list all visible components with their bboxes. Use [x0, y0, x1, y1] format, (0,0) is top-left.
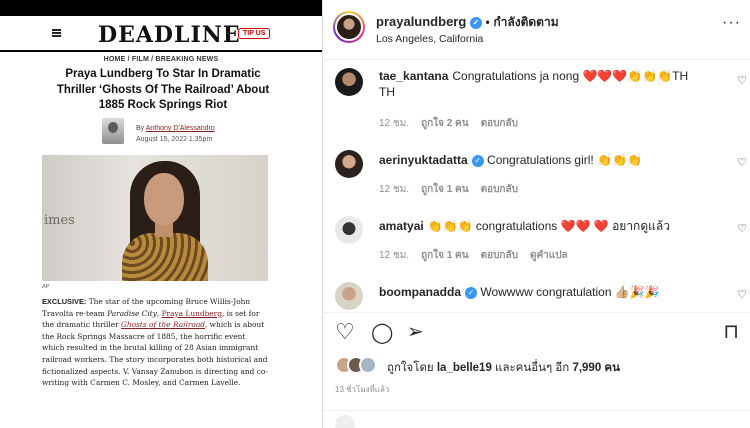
comment-heart-icon[interactable]: ♡ [737, 156, 747, 169]
photo-credit: AP [42, 284, 50, 290]
comment-body: 👏👏👏 congratulations ❤️❤️ ❤️ อยากดูแล้ว [427, 219, 670, 233]
likes-row: ถูกใจโดย la_belle19 และคนอื่นๆ อีก 7,990… [335, 356, 750, 376]
comment-heart-icon[interactable]: ♡ [737, 288, 747, 301]
comment-body: Congratulations girl! 👏👏👏 [487, 153, 642, 167]
reply-button[interactable]: ตอบกลับ [481, 118, 518, 129]
article-date: August 15, 2022 1:35pm [136, 136, 213, 143]
heart-icon[interactable]: ♡ [335, 319, 355, 345]
comment-body-cont: TH [379, 85, 395, 99]
see-translation-button[interactable]: ดูคำแปล [530, 250, 568, 261]
instagram-post-panel: prayalundberg ✓ • กำลังติดตาม Los Angele… [322, 0, 750, 428]
comment-time: 12 ชม. [379, 118, 410, 129]
post-timestamp[interactable]: 13 ชั่วโมงที่แล้ว [335, 383, 389, 396]
verified-icon: ✓ [471, 155, 484, 167]
share-icon[interactable]: ➢ [407, 319, 424, 344]
author-link[interactable]: Anthony D'Alessandro [146, 125, 215, 132]
comment-item: tae_kantana Congratulations ja nong ❤️❤️❤… [323, 64, 750, 129]
bookmark-icon[interactable]: ⊓ [723, 319, 739, 344]
comment-item: aerinyuktadatta ✓ Congratulations girl! 👏… [323, 148, 750, 198]
commenter-avatar[interactable] [335, 216, 363, 244]
comment-text: boompanadda ✓ Wowwww congratulation 👍🏼🎉🎉 [379, 284, 724, 300]
verified-icon: ✓ [469, 17, 482, 29]
verified-icon: ✓ [465, 287, 478, 299]
liked-by-user[interactable]: la_belle19 [437, 362, 492, 374]
comment-username[interactable]: tae_kantana [379, 69, 448, 83]
comment-username[interactable]: aerinyuktadatta [379, 153, 468, 167]
liked-by-prefix: ถูกใจโดย [387, 362, 437, 374]
comment-text: aerinyuktadatta ✓ Congratulations girl! 👏… [379, 152, 724, 168]
praya-lundberg-link[interactable]: Praya Lundberg [162, 309, 222, 318]
comment-text: amatyai 👏👏👏 congratulations ❤️❤️ ❤️ อยากด… [379, 218, 724, 234]
author-avatar [102, 118, 124, 144]
byline-prefix: By [136, 125, 146, 132]
comment-item: boompanadda ✓ Wowwww congratulation 👍🏼🎉🎉 … [323, 280, 750, 310]
comment-heart-icon[interactable]: ♡ [737, 222, 747, 235]
comment-icon[interactable]: ◯ [371, 320, 393, 345]
commenter-avatar[interactable] [335, 68, 363, 96]
reply-button[interactable]: ตอบกลับ [481, 184, 518, 195]
comment-body: Wowwww congratulation 👍🏼🎉🎉 [480, 285, 660, 299]
emoji-icon[interactable] [335, 415, 355, 428]
photo-backdrop-text: imes [44, 213, 75, 228]
post-location[interactable]: Los Angeles, California [376, 33, 483, 45]
commenter-avatar[interactable] [335, 150, 363, 178]
following-button[interactable]: กำลังติดตาม [493, 15, 558, 29]
comment-likes[interactable]: ถูกใจ 1 คน [421, 250, 469, 261]
post-username[interactable]: prayalundberg [376, 14, 466, 29]
comment-username[interactable]: boompanadda [379, 285, 461, 299]
comment-username[interactable]: amatyai [379, 219, 424, 233]
film-title-ghosts-link[interactable]: Ghosts of the Railroad [121, 320, 205, 329]
comment-meta: 12 ชม. ถูกใจ 2 คน ตอบกลับ [379, 116, 530, 131]
black-top-bar [0, 0, 322, 16]
article-headline: Praya Lundberg To Star In Dramatic Thril… [56, 68, 270, 111]
comment-likes[interactable]: ถูกใจ 1 คน [421, 184, 469, 195]
commenter-avatar[interactable] [335, 282, 363, 310]
liker-avatar [359, 356, 377, 374]
post-action-bar: ♡ ◯ ➢ ⊓ [323, 312, 750, 352]
tip-us-button[interactable]: TIP US [238, 28, 271, 39]
deadline-article-panel: DEADLINE TIP US HOME / FILM / BREAKING N… [0, 0, 322, 428]
article-body: EXCLUSIVE: The star of the upcoming Bruc… [42, 296, 270, 389]
comment-meta: 12 ชม. ถูกใจ 1 คน ตอบกลับ ดูคำแปล [379, 248, 580, 263]
comment-body: Congratulations ja nong ❤️❤️❤️👏👏👏TH [452, 69, 689, 83]
byline: By Anthony D'Alessandro [136, 125, 215, 132]
film-title-paradise-city: Paradise City [107, 308, 157, 318]
more-icon[interactable]: ··· [722, 14, 741, 32]
exclusive-label: EXCLUSIVE: [42, 297, 87, 306]
deadline-logo[interactable]: DEADLINE [98, 22, 241, 48]
liked-by-suffix: และคนอื่นๆ อีก [491, 362, 573, 374]
likes-count[interactable]: 7,990 คน [572, 362, 620, 374]
comment-heart-icon[interactable]: ♡ [737, 74, 747, 87]
photo-subject-face [144, 173, 184, 225]
profile-avatar[interactable] [333, 11, 365, 43]
deadline-header: DEADLINE TIP US [0, 18, 322, 52]
comment-likes[interactable]: ถูกใจ 2 คน [421, 118, 469, 129]
post-header: prayalundberg ✓ • กำลังติดตาม Los Angele… [323, 0, 750, 60]
body-text-4: , which is about the Rock Springs Massac… [42, 320, 268, 388]
reply-button[interactable]: ตอบกลับ [481, 250, 518, 261]
comment-time: 12 ชม. [379, 184, 410, 195]
breadcrumb: HOME / FILM / BREAKING NEWS [103, 56, 219, 63]
add-comment-bar[interactable] [323, 410, 750, 428]
comment-item: amatyai 👏👏👏 congratulations ❤️❤️ ❤️ อยากด… [323, 214, 750, 264]
photo-subject-dress [122, 233, 208, 281]
article-photo: imes [42, 155, 268, 281]
hamburger-menu-icon[interactable] [52, 29, 61, 37]
comment-text: tae_kantana Congratulations ja nong ❤️❤️❤… [379, 68, 724, 100]
likes-text[interactable]: ถูกใจโดย la_belle19 และคนอื่นๆ อีก 7,990… [387, 359, 620, 377]
separator-dot: • [485, 15, 490, 29]
post-author-line: prayalundberg ✓ • กำลังติดตาม [376, 13, 559, 32]
comment-meta: 12 ชม. ถูกใจ 1 คน ตอบกลับ [379, 182, 530, 197]
comment-time: 12 ชม. [379, 250, 410, 261]
